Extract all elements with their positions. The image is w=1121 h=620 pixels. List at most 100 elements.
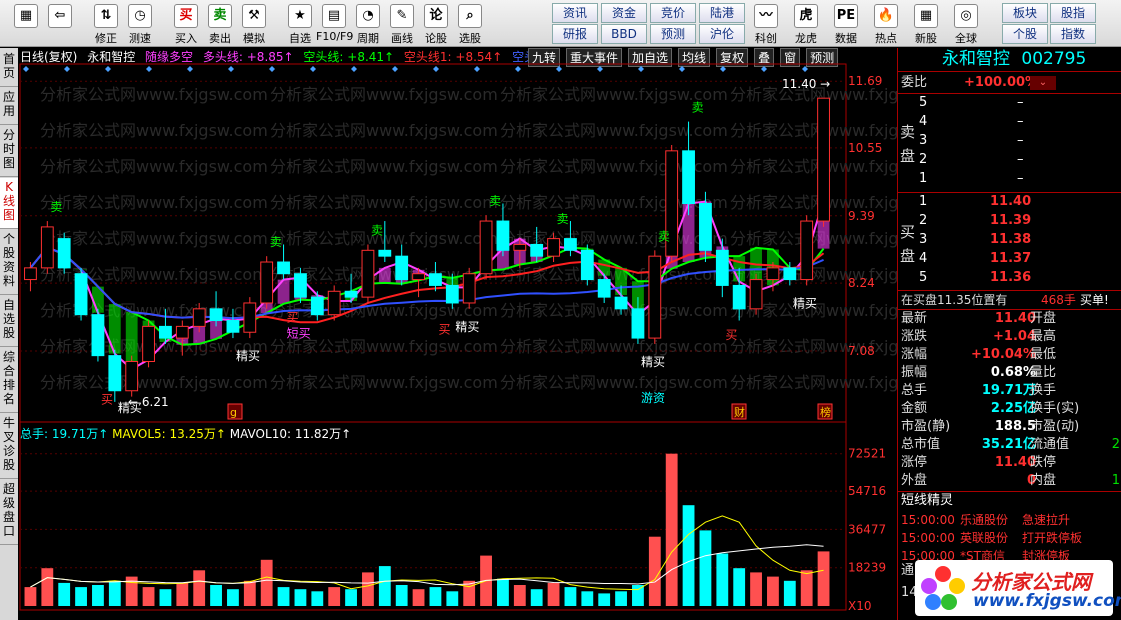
volume-bar[interactable] (176, 582, 189, 606)
volume-bar[interactable] (733, 568, 746, 606)
candle-body[interactable] (783, 267, 797, 281)
volume-bar[interactable] (92, 585, 104, 606)
stat-row[interactable]: 振幅 0.68% 量比 (898, 364, 1121, 382)
volume-bar[interactable] (210, 585, 222, 606)
candle-body[interactable] (142, 325, 155, 362)
sell-level-row[interactable]: 4– (898, 113, 1121, 131)
event-diamond-icon[interactable] (310, 66, 316, 72)
volume-bar[interactable] (767, 576, 779, 606)
volume-bar[interactable] (598, 593, 611, 606)
kline-chart[interactable]: 分析家公式网www.fxjgsw.com 分析家公式网www.fxjgsw.com… (0, 0, 897, 620)
candle-body[interactable] (580, 249, 594, 281)
candle-body[interactable] (648, 255, 662, 339)
toolbar-more-4[interactable]: ▦ 新股 (908, 2, 944, 45)
event-diamond-icon[interactable] (228, 66, 234, 72)
volume-bar[interactable] (294, 589, 307, 606)
stat-row[interactable]: 金额 2.25亿 换手(实) (898, 400, 1121, 418)
stat-row[interactable]: 涨跌 +1.04 最高 (898, 328, 1121, 346)
candle-body[interactable] (682, 150, 695, 205)
volume-bar[interactable] (800, 570, 813, 606)
volume-bar[interactable] (41, 568, 54, 606)
volume-bar[interactable] (227, 589, 239, 606)
candle-body[interactable] (496, 220, 510, 251)
volume-bar[interactable] (530, 589, 543, 606)
volume-bar[interactable] (395, 585, 408, 606)
event-diamond-icon[interactable] (433, 66, 439, 72)
stat-row[interactable]: 总手 19.71万 换手 (898, 382, 1121, 400)
toolbar-more-5[interactable]: ◎ 全球 (948, 2, 984, 45)
volume-bar[interactable] (682, 505, 695, 606)
volume-bar[interactable] (378, 566, 391, 606)
event-diamond-icon[interactable] (105, 66, 111, 72)
event-diamond-icon[interactable] (720, 66, 726, 72)
candle-body[interactable] (631, 308, 645, 339)
sell-level-row[interactable]: 3– (898, 132, 1121, 150)
right-button-1[interactable]: 股指 (1050, 3, 1096, 23)
volume-bar[interactable] (429, 587, 442, 606)
volume-bar[interactable] (142, 587, 155, 606)
event-diamond-icon[interactable] (392, 66, 398, 72)
candle-body[interactable] (395, 255, 409, 281)
volume-bar[interactable] (750, 572, 762, 606)
candle-body[interactable] (24, 267, 37, 281)
buy-level-row[interactable]: 3 11.38 (898, 231, 1121, 249)
volume-bar[interactable] (648, 536, 661, 606)
volume-bar[interactable] (497, 578, 509, 606)
candle-body[interactable] (479, 220, 493, 275)
volume-bar[interactable] (615, 591, 627, 606)
volume-bar[interactable] (446, 591, 459, 606)
candle-body[interactable] (294, 273, 307, 298)
candle-body[interactable] (310, 296, 324, 316)
candle-body[interactable] (445, 284, 459, 304)
volume-bar[interactable] (260, 559, 273, 606)
volume-bar[interactable] (193, 570, 206, 606)
candle-body[interactable] (40, 226, 54, 269)
volume-bar[interactable] (716, 553, 729, 607)
event-diamond-icon[interactable] (761, 66, 767, 72)
volume-bar[interactable] (243, 580, 256, 606)
candle-body[interactable] (226, 320, 240, 333)
candle-body[interactable] (243, 302, 257, 333)
right-button-0[interactable]: 板块 (1002, 3, 1048, 23)
volume-bar[interactable] (547, 582, 560, 606)
sprite-row[interactable]: 15:00:00 乐通股份 急速拉升 (898, 511, 1121, 529)
event-diamond-icon[interactable] (597, 66, 603, 72)
candle-body[interactable] (192, 308, 206, 327)
event-diamond-icon[interactable] (679, 66, 685, 72)
candle-body[interactable] (91, 314, 105, 357)
buy-level-row[interactable]: 5 11.36 (898, 269, 1121, 287)
candle-body[interactable] (513, 243, 527, 251)
volume-bar[interactable] (699, 530, 712, 606)
event-diamond-icon[interactable] (474, 66, 480, 72)
event-diamond-icon[interactable] (515, 66, 521, 72)
candle-body[interactable] (530, 243, 544, 257)
right-button-3[interactable]: 指数 (1050, 24, 1096, 44)
candle-body[interactable] (732, 284, 746, 310)
event-diamond-icon[interactable] (351, 66, 357, 72)
stat-row[interactable]: 涨幅 +10.04% 最低 (898, 346, 1121, 364)
candle-body[interactable] (260, 261, 274, 304)
event-diamond-icon[interactable] (146, 66, 152, 72)
candle-body[interactable] (462, 273, 476, 304)
volume-bar[interactable] (564, 587, 577, 606)
sell-level-row[interactable]: 1– (898, 170, 1121, 188)
event-diamond-icon[interactable] (187, 66, 193, 72)
candle-body[interactable] (74, 273, 88, 316)
stat-row[interactable]: 外盘 0 内盘 1 (898, 472, 1121, 490)
candle-body[interactable] (564, 238, 577, 251)
event-diamond-icon[interactable] (556, 66, 562, 72)
event-diamond-icon[interactable] (269, 66, 275, 72)
candle-body[interactable] (327, 290, 341, 316)
candle-body[interactable] (378, 249, 392, 257)
candle-body[interactable] (175, 325, 189, 339)
candle-body[interactable] (277, 261, 290, 275)
volume-bar[interactable] (24, 587, 37, 606)
sell-level-row[interactable]: 2– (898, 151, 1121, 169)
volume-bar[interactable] (311, 591, 324, 606)
right-button-2[interactable]: 个股 (1002, 24, 1048, 44)
candle-body[interactable] (125, 360, 139, 392)
stat-row[interactable]: 市盈(静) 188.5 市盈(动) (898, 418, 1121, 436)
event-diamond-icon[interactable] (64, 66, 70, 72)
candle-body[interactable] (597, 279, 611, 298)
buy-level-row[interactable]: 2 11.39 (898, 212, 1121, 230)
